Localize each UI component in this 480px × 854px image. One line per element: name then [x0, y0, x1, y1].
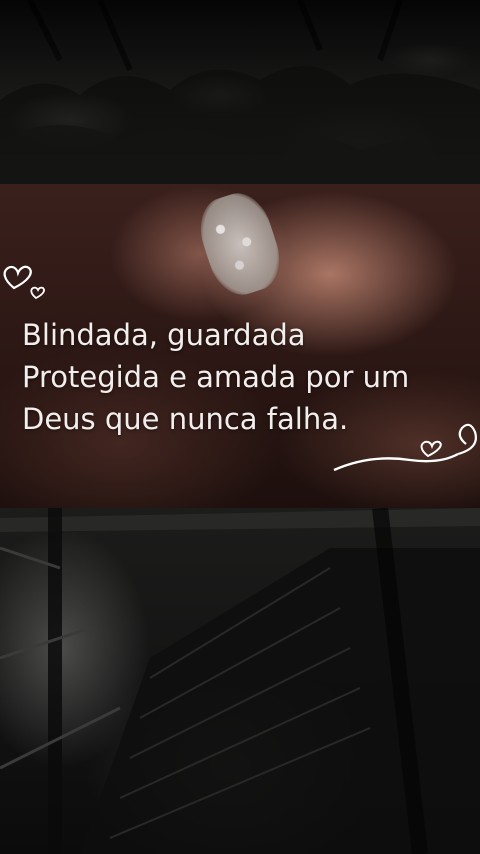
verse-line-1: Blindada, guardada: [22, 318, 306, 352]
bottom-stairs-image: [0, 508, 480, 854]
heart-icon: [3, 265, 45, 300]
foliage-silhouette: [0, 0, 480, 184]
ring-image: [191, 185, 289, 303]
stairs-silhouette: [0, 508, 480, 854]
middle-hand-image: Blindada, guardada Protegida e amada por…: [0, 184, 480, 508]
verse-line-2: Protegida e amada por um: [22, 360, 410, 394]
swirl-heart-icon: [333, 423, 477, 472]
top-foliage-image: [0, 0, 480, 184]
